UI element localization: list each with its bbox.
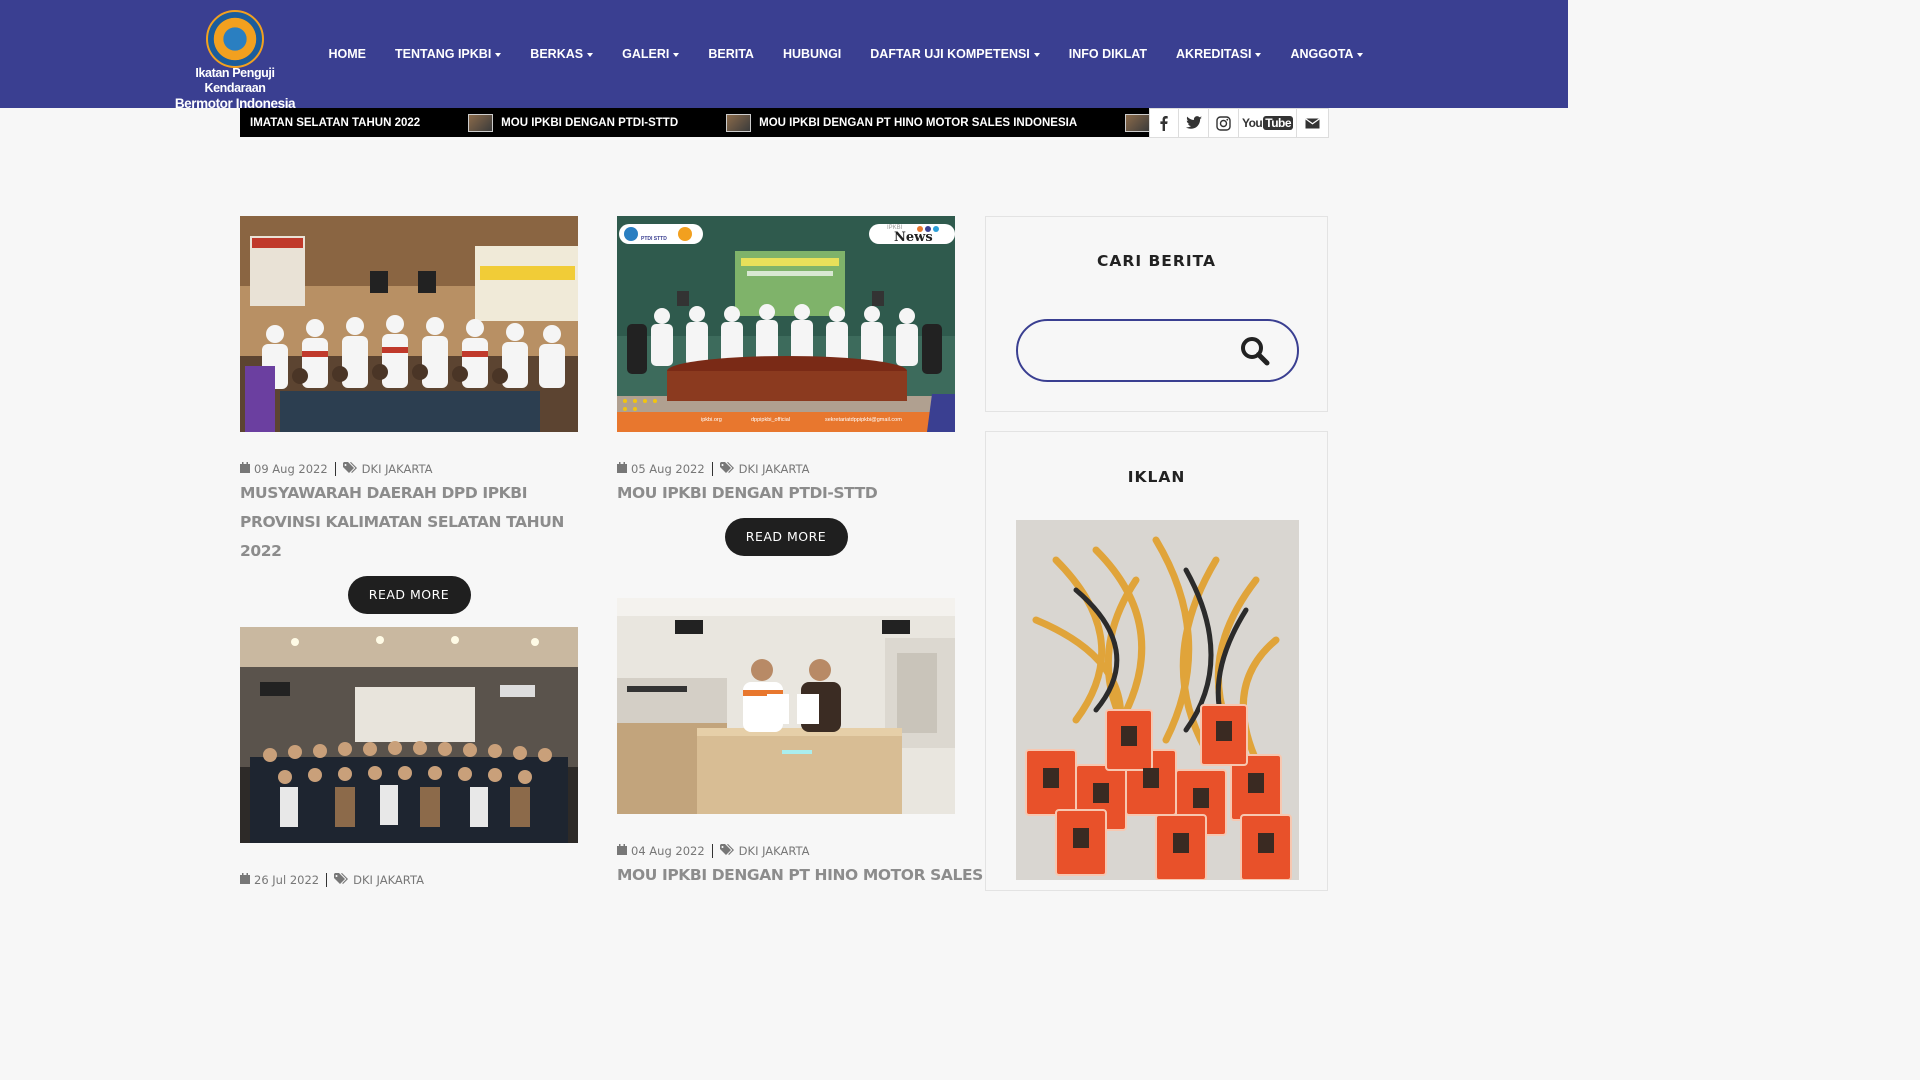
tags-icon (719, 843, 735, 859)
post-card: 04 Aug 2022 DKI JAKARTA MOU IPKBI DENGAN… (617, 598, 983, 890)
post-title[interactable]: MUSYAWARAH DAERAH DPD IPKBI PROVINSI KAL… (240, 479, 578, 566)
ad-image[interactable] (1016, 520, 1299, 880)
nav-akreditasi[interactable]: AKREDITASI (1162, 47, 1276, 61)
ticker-thumbnail (1125, 113, 1149, 132)
image-badge-text: PTDI STTD (641, 236, 667, 242)
image-footer-instagram: dppipkbi_official (751, 417, 791, 423)
post-meta: 26 Jul 2022 DKI JAKARTA (240, 872, 578, 888)
site-header: Ikatan Penguji Kendaraan Bermotor Indone… (0, 0, 1568, 111)
read-more-button[interactable]: READ MORE (724, 518, 848, 556)
chevron-down-icon (673, 52, 680, 57)
meta-divider (326, 873, 328, 887)
ticker-item[interactable] (1125, 113, 1149, 132)
chevron-down-icon (1033, 52, 1040, 57)
nav-anggota[interactable]: ANGGOTA (1276, 47, 1378, 61)
ticker-item[interactable]: MOU IPKBI DENGAN PTDI-STTD (468, 113, 678, 132)
post-card: 09 Aug 2022 DKI JAKARTA MUSYAWARAH DAERA… (240, 216, 578, 614)
post-image[interactable] (240, 216, 578, 432)
post-image[interactable] (617, 598, 955, 814)
tags-icon (342, 461, 358, 477)
read-more-button[interactable]: READ MORE (347, 576, 471, 614)
chevron-down-icon (1255, 52, 1262, 57)
post-date: 04 Aug 2022 (631, 844, 705, 858)
youtube-icon[interactable]: You Tube (1239, 109, 1297, 137)
meta-divider (334, 462, 336, 476)
tags-icon (334, 872, 349, 888)
search-widget-title: CARI BERITA (1097, 252, 1216, 270)
logo-emblem-icon (206, 10, 264, 68)
instagram-icon[interactable] (1209, 109, 1239, 137)
ticker-thumbnail (726, 113, 752, 132)
ad-widget: IKLAN (985, 431, 1328, 891)
ticker-thumbnail (468, 113, 494, 132)
image-footer-email: sekretariatdppipkbi@gmail.com (825, 417, 902, 423)
post-date: 09 Aug 2022 (254, 462, 328, 476)
news-ticker: IMATAN SELATAN TAHUN 2022 MOU IPKBI DENG… (240, 108, 1149, 137)
calendar-icon (617, 462, 627, 476)
tags-icon (719, 461, 735, 477)
post-card: PTDI STTD IPKBI News ipkbi.org dppipkbi_… (617, 216, 955, 556)
ticker-item[interactable]: IMATAN SELATAN TAHUN 2022 (250, 117, 420, 129)
post-title[interactable]: MOU IPKBI DENGAN PTDI-STTD (617, 479, 955, 508)
post-category[interactable]: DKI JAKARTA (739, 844, 810, 858)
chevron-down-icon (587, 52, 594, 57)
ticker-item[interactable]: MOU IPKBI DENGAN PT HINO MOTOR SALES IND… (726, 113, 1077, 132)
nav-daftar-uji-kompetensi[interactable]: DAFTAR UJI KOMPETENSI (856, 47, 1055, 61)
post-card: 26 Jul 2022 DKI JAKARTA (240, 627, 578, 888)
nav-berkas[interactable]: BERKAS (516, 47, 608, 61)
email-icon[interactable] (1297, 109, 1328, 137)
post-image[interactable] (240, 627, 578, 843)
social-links: You Tube (1149, 108, 1329, 138)
nav-berita[interactable]: BERITA (694, 47, 769, 61)
image-news-word: News (894, 230, 933, 245)
meta-divider (711, 844, 713, 858)
nav-info-diklat[interactable]: INFO DIKLAT (1054, 47, 1161, 61)
search-input[interactable] (1016, 319, 1299, 382)
facebook-icon[interactable] (1150, 109, 1179, 137)
calendar-icon (240, 873, 250, 887)
calendar-icon (617, 844, 627, 858)
search-icon[interactable] (1239, 335, 1271, 367)
ad-widget-title: IKLAN (1127, 468, 1186, 486)
meta-divider (711, 462, 713, 476)
post-category[interactable]: DKI JAKARTA (353, 873, 424, 887)
post-meta: 09 Aug 2022 DKI JAKARTA (240, 461, 578, 477)
image-footer-site: ipkbi.org (701, 417, 722, 423)
post-date: 26 Jul 2022 (254, 873, 320, 887)
main-nav: HOME TENTANG IPKBI BERKAS GALERI BERITA … (314, 0, 1378, 108)
twitter-icon[interactable] (1179, 109, 1209, 137)
search-widget: CARI BERITA (985, 216, 1328, 412)
post-title[interactable]: MOU IPKBI DENGAN PT HINO MOTOR SALES (617, 861, 983, 890)
post-category[interactable]: DKI JAKARTA (362, 462, 433, 476)
logo-text: Ikatan Penguji Kendaraan Bermotor Indone… (168, 66, 302, 111)
nav-galeri[interactable]: GALERI (608, 47, 694, 61)
chevron-down-icon (495, 52, 502, 57)
post-category[interactable]: DKI JAKARTA (739, 462, 810, 476)
post-meta: 05 Aug 2022 DKI JAKARTA (617, 461, 955, 477)
post-image[interactable]: PTDI STTD IPKBI News ipkbi.org dppipkbi_… (617, 216, 955, 432)
calendar-icon (240, 462, 250, 476)
nav-home[interactable]: HOME (314, 47, 381, 61)
chevron-down-icon (1357, 52, 1364, 57)
logo-text-line1: Ikatan Penguji Kendaraan (195, 66, 275, 95)
post-date: 05 Aug 2022 (631, 462, 705, 476)
nav-tentang-ipkbi[interactable]: TENTANG IPKBI (381, 47, 516, 61)
post-meta: 04 Aug 2022 DKI JAKARTA (617, 843, 955, 859)
site-logo[interactable]: Ikatan Penguji Kendaraan Bermotor Indone… (168, 8, 302, 111)
nav-hubungi[interactable]: HUBUNGI (768, 47, 855, 61)
